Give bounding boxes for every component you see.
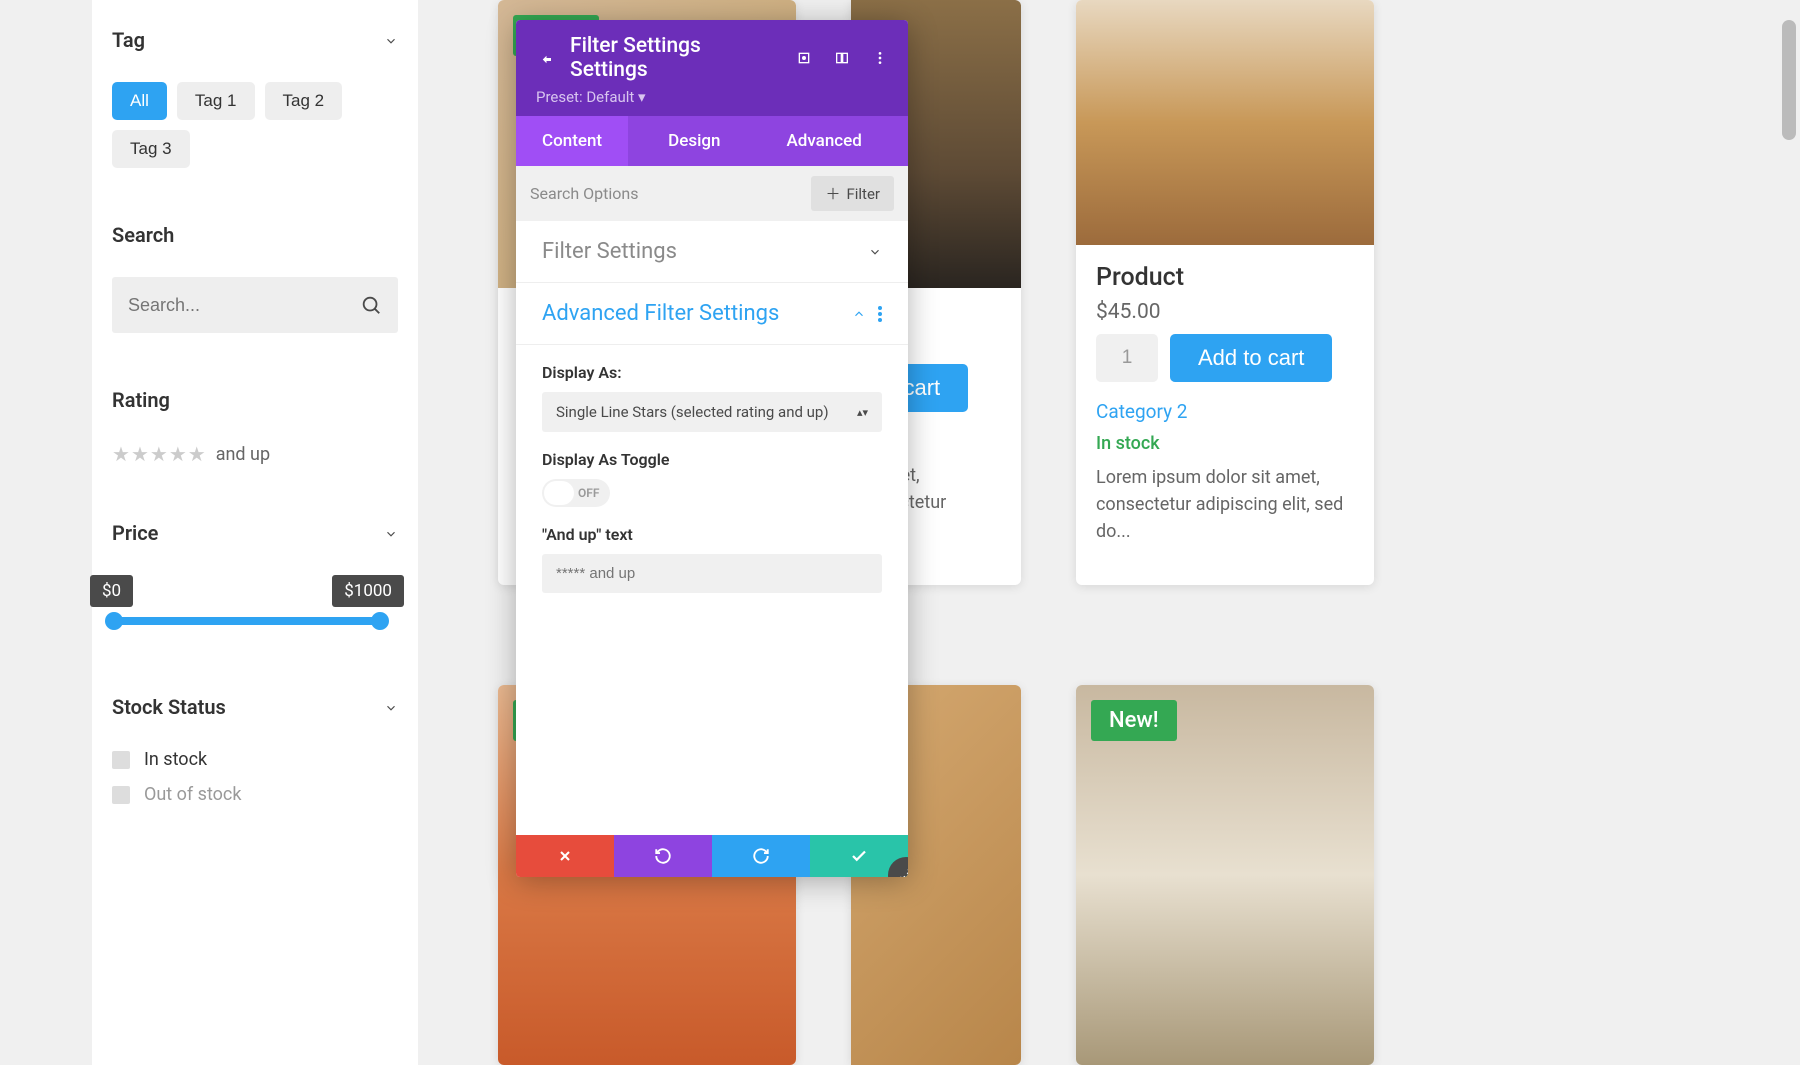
scrollbar[interactable] [1782, 20, 1796, 140]
redo-button[interactable] [712, 835, 810, 877]
display-as-toggle[interactable]: OFF [542, 479, 610, 507]
stock-out-stock-label: Out of stock [144, 784, 241, 805]
filter-sidebar: Tag All Tag 1 Tag 2 Tag 3 Search Rating [92, 0, 418, 1065]
preset-selector[interactable]: Preset: Default ▾ [536, 88, 888, 106]
checkbox-icon[interactable] [112, 751, 130, 769]
and-up-text-input[interactable] [542, 554, 882, 593]
new-badge: New! [1091, 700, 1177, 741]
columns-icon[interactable] [834, 50, 850, 66]
price-section-title: Price [112, 521, 158, 545]
filter-settings-panel: Filter Settings Settings Preset: Default… [516, 20, 908, 877]
select-arrows-icon: ▴▾ [857, 406, 868, 419]
tag-2[interactable]: Tag 2 [265, 82, 343, 120]
and-up-text-label: "And up" text [542, 525, 882, 544]
product-stock-status: In stock [1096, 433, 1354, 454]
tab-design[interactable]: Design [642, 116, 746, 166]
price-slider-track[interactable] [110, 617, 384, 625]
stock-in-stock-row[interactable]: In stock [112, 749, 398, 770]
more-icon[interactable] [872, 50, 888, 66]
product-description: Lorem ipsum dolor sit amet, consectetur … [1096, 464, 1354, 545]
section-title: Filter Settings [542, 239, 677, 264]
rating-stars[interactable]: ★★★★★ [112, 442, 206, 466]
tag-section-title: Tag [112, 28, 145, 52]
tag-1[interactable]: Tag 1 [177, 82, 255, 120]
add-filter-button[interactable]: ＋Filter [811, 176, 894, 211]
price-max-label: $1000 [332, 575, 404, 607]
panel-title: Filter Settings Settings [570, 34, 780, 82]
resize-icon [899, 868, 908, 877]
add-to-cart-button[interactable]: Add to cart [1170, 334, 1332, 382]
display-as-toggle-label: Display As Toggle [542, 450, 882, 469]
product-name: Product [1096, 263, 1354, 292]
chevron-up-icon [852, 307, 866, 321]
stock-out-stock-row[interactable]: Out of stock [112, 784, 398, 805]
checkbox-icon[interactable] [112, 786, 130, 804]
expand-icon[interactable] [796, 50, 812, 66]
search-section-title: Search [112, 223, 174, 247]
price-min-label: $0 [90, 575, 133, 607]
search-input[interactable] [128, 295, 360, 316]
rating-and-up-label: and up [216, 444, 270, 465]
product-price: $45.00 [1096, 300, 1354, 324]
stock-in-stock-label: In stock [144, 749, 207, 770]
product-card: New! [1076, 685, 1374, 1065]
chevron-down-icon[interactable] [384, 33, 398, 47]
redo-icon [752, 847, 770, 865]
advanced-filter-settings-section[interactable]: Advanced Filter Settings [516, 283, 908, 345]
section-title: Advanced Filter Settings [542, 301, 779, 326]
check-icon [850, 847, 868, 865]
display-as-label: Display As: [542, 363, 882, 382]
quantity-input[interactable] [1096, 334, 1158, 382]
stock-section-title: Stock Status [112, 695, 226, 719]
back-arrow-icon[interactable] [536, 49, 554, 67]
chevron-down-icon[interactable] [384, 526, 398, 540]
price-slider-handle-min[interactable] [105, 612, 123, 630]
undo-icon [654, 847, 672, 865]
chevron-down-icon[interactable] [384, 700, 398, 714]
search-icon[interactable] [360, 294, 382, 316]
filter-settings-section[interactable]: Filter Settings [516, 221, 908, 283]
tag-all[interactable]: All [112, 82, 167, 120]
rating-section-title: Rating [112, 388, 170, 412]
plus-icon: ＋ [825, 183, 840, 204]
tab-content[interactable]: Content [516, 116, 628, 166]
search-options-input[interactable]: Search Options [530, 184, 638, 203]
chevron-down-icon [868, 245, 882, 259]
product-image [1076, 0, 1374, 245]
tag-3[interactable]: Tag 3 [112, 130, 190, 168]
tab-advanced[interactable]: Advanced [761, 116, 888, 166]
more-icon[interactable] [878, 306, 882, 322]
close-icon [557, 848, 573, 864]
product-image [1076, 685, 1374, 1065]
undo-button[interactable] [614, 835, 712, 877]
cancel-button[interactable] [516, 835, 614, 877]
display-as-select[interactable]: Single Line Stars (selected rating and u… [542, 392, 882, 432]
price-slider-handle-max[interactable] [371, 612, 389, 630]
product-card: Product $45.00 Add to cart Category 2 In… [1076, 0, 1374, 585]
product-category[interactable]: Category 2 [1096, 400, 1354, 423]
